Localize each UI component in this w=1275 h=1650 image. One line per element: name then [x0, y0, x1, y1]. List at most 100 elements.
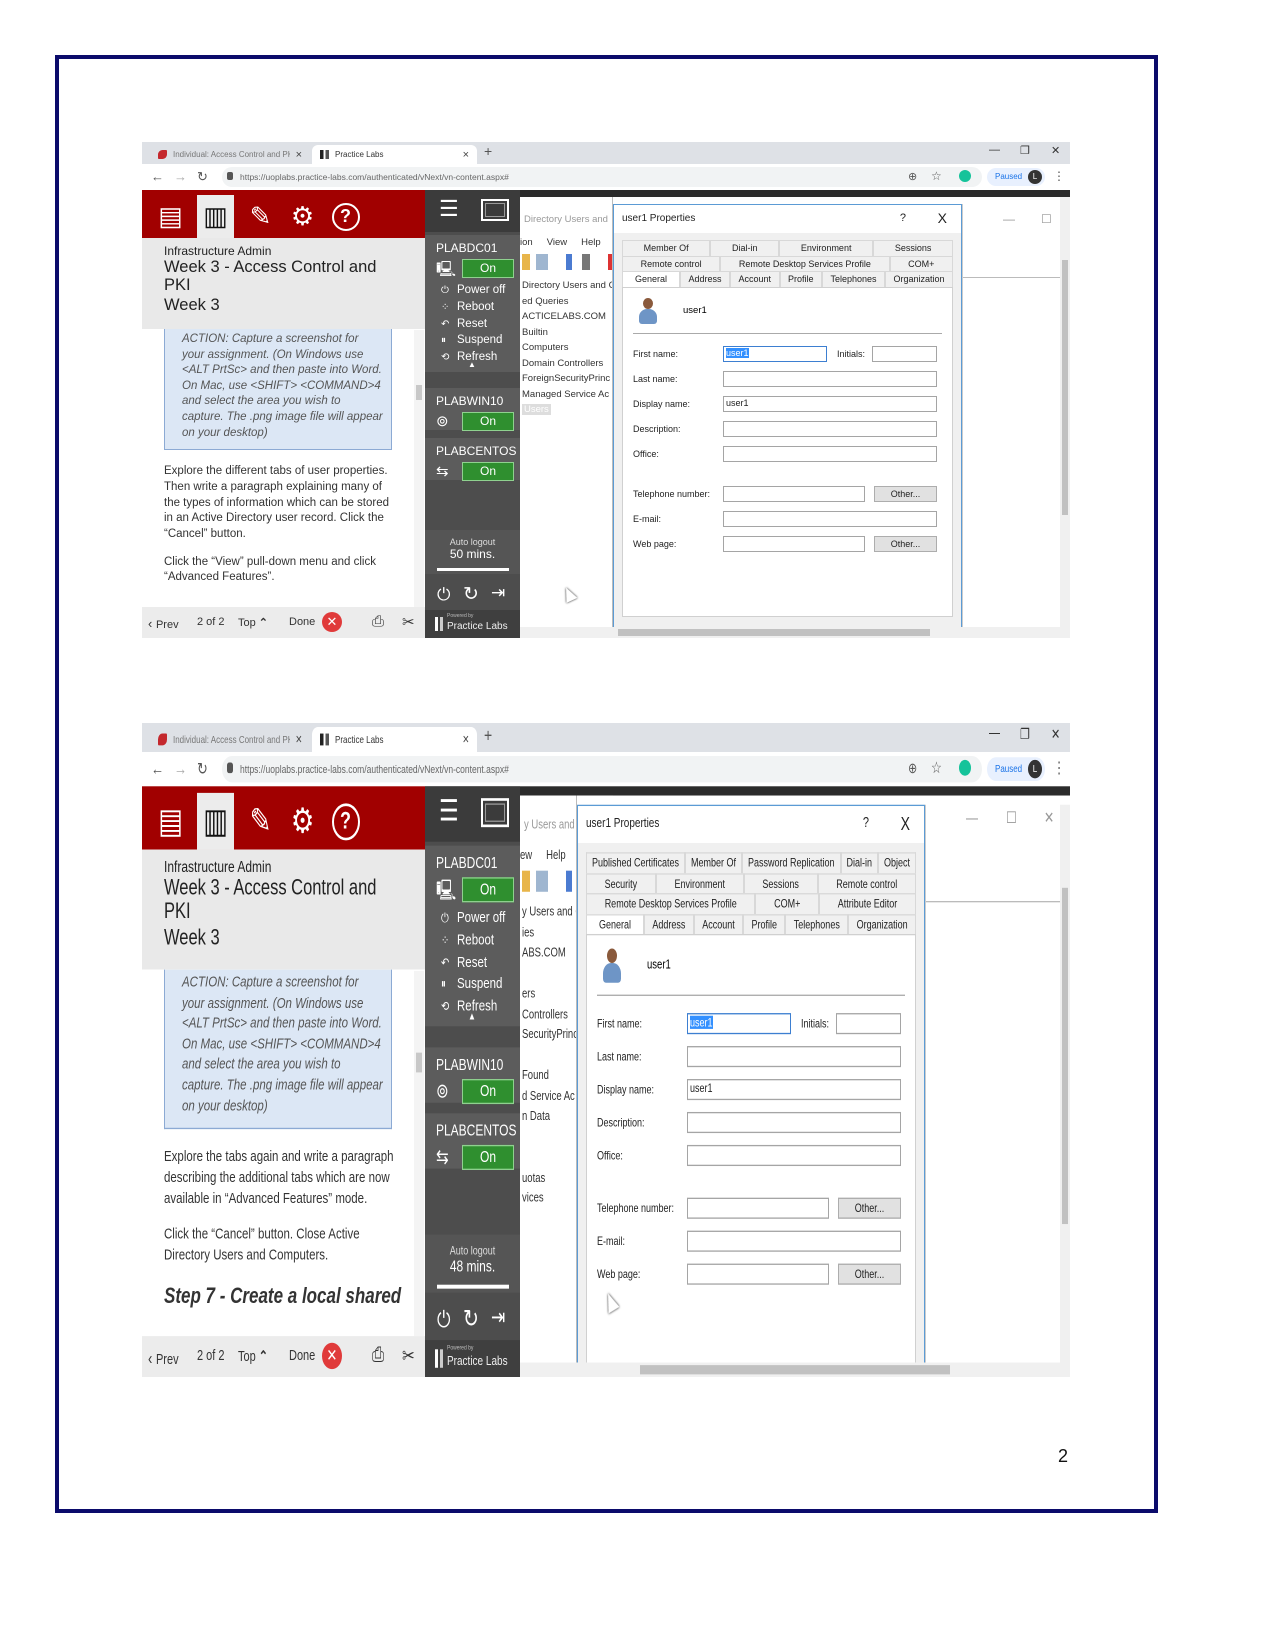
tab-attribute-editor[interactable]: Attribute Editor — [819, 893, 916, 914]
maximize-icon[interactable]: ☐ — [1041, 212, 1052, 226]
office-input[interactable] — [723, 446, 937, 462]
browser-tab[interactable]: Individual: Access Control and PKI × — [150, 727, 310, 752]
power-icon[interactable]: ⏻ — [437, 585, 450, 605]
hamburger-menu-icon[interactable]: ☰ — [439, 196, 459, 222]
collapse-arrow-icon[interactable]: ▲ — [468, 1010, 476, 1022]
tab-password-replication[interactable]: Password Replication — [742, 852, 841, 873]
attachment-icon[interactable]: ✎ — [242, 195, 279, 238]
tab-organization[interactable]: Organization — [848, 913, 917, 934]
vertical-scrollbar[interactable] — [1060, 804, 1070, 1372]
description-input[interactable] — [723, 421, 937, 437]
tab-remote-desktop-services-profile[interactable]: Remote Desktop Services Profile — [720, 255, 890, 271]
tab-account[interactable]: Account — [730, 271, 780, 287]
new-tab-icon[interactable]: + — [484, 143, 492, 159]
initials-input[interactable] — [836, 1012, 901, 1034]
tree-item[interactable]: n Data — [522, 1109, 582, 1129]
vm-action-power-off[interactable]: ⏻ Power off — [441, 910, 505, 926]
print-icon[interactable]: ⎙ — [372, 613, 384, 630]
exit-icon[interactable]: ⇥ — [491, 583, 505, 603]
tab-telephones[interactable]: Telephones — [822, 271, 886, 287]
telephone-number-input[interactable] — [723, 486, 865, 502]
scroll-thumb[interactable] — [640, 1365, 950, 1375]
tree-item[interactable]: Users — [522, 404, 613, 420]
attachment-icon[interactable]: ✎ — [242, 793, 279, 850]
vm-status-toggle[interactable]: On — [462, 259, 514, 278]
tab-published-certificates[interactable]: Published Certificates — [586, 852, 686, 873]
browser-tab[interactable]: Individual: Access Control and PKI × — [150, 145, 310, 164]
e-mail-input[interactable] — [687, 1229, 901, 1252]
other-button[interactable]: Other... — [838, 1262, 901, 1285]
prev-button[interactable]: ‹ Prev — [148, 1348, 179, 1368]
telephone-number-input[interactable] — [687, 1197, 829, 1219]
power-icon[interactable]: ⏻ — [437, 1307, 450, 1333]
vertical-scrollbar[interactable] — [1060, 197, 1070, 627]
tree-item[interactable]: ACTICELABS.COM — [522, 311, 613, 327]
archive-icon[interactable]: ▤ — [152, 195, 189, 238]
tree-item[interactable]: uotas — [522, 1171, 582, 1191]
menu-item[interactable]: ew — [520, 848, 532, 863]
menu-item[interactable]: Help — [581, 237, 601, 248]
tab-remote-desktop-services-profile[interactable]: Remote Desktop Services Profile — [586, 893, 756, 914]
tab-address[interactable]: Address — [680, 271, 731, 287]
settings-icon[interactable]: ⚙ — [284, 195, 321, 238]
tab-telephones[interactable]: Telephones — [785, 913, 849, 934]
top-button[interactable]: Top ⌃ — [238, 1348, 268, 1365]
tree-item[interactable]: SecurityPrinc — [522, 1028, 582, 1048]
tree-item[interactable]: Managed Service Ac — [522, 389, 613, 405]
tab-organization[interactable]: Organization — [885, 271, 954, 287]
url-bar[interactable]: https://uoplabs.practice-labs.com/authen… — [222, 167, 982, 187]
tree-item[interactable]: Domain Controllers — [522, 358, 613, 374]
tree-item[interactable]: Controllers — [522, 1007, 582, 1027]
tab-sessions[interactable]: Sessions — [743, 872, 818, 894]
refresh-icon[interactable]: ↻ — [463, 583, 479, 606]
tab-dial-in[interactable]: Dial-in — [710, 240, 780, 256]
scroll-thumb[interactable] — [1062, 260, 1068, 515]
star-icon[interactable]: ☆ — [931, 169, 942, 183]
content-scrollbar[interactable] — [414, 330, 424, 607]
zoom-icon[interactable]: ⊕ — [908, 170, 917, 183]
vm-action-reset[interactable]: ↶ Reset — [441, 318, 487, 330]
close-tab-icon[interactable]: × — [296, 732, 302, 748]
tab-object[interactable]: Object — [878, 852, 916, 873]
vm-action-reboot[interactable]: ⁘ Reboot — [441, 932, 494, 948]
vm-status-toggle[interactable]: On — [462, 462, 514, 481]
grammarly-icon[interactable] — [959, 170, 971, 182]
star-icon[interactable]: ☆ — [931, 759, 942, 777]
last-name-input[interactable] — [723, 371, 937, 387]
web-page-input[interactable] — [723, 536, 865, 552]
web-page-input[interactable] — [687, 1262, 829, 1285]
close-button[interactable]: X — [901, 813, 910, 834]
tree-item[interactable]: Found — [522, 1068, 582, 1088]
help-icon[interactable]: ? — [327, 195, 364, 238]
vm-action-reboot[interactable]: ⁘ Reboot — [441, 301, 494, 313]
tree-item[interactable]: d Service Ac — [522, 1089, 582, 1109]
tree-item[interactable]: y Users and C — [522, 905, 582, 925]
help-button[interactable]: ? — [900, 212, 906, 224]
print-icon[interactable]: ⎙ — [372, 1344, 384, 1366]
grammarly-icon[interactable] — [959, 759, 971, 776]
fullscreen-icon[interactable] — [481, 199, 509, 221]
initials-input[interactable] — [872, 346, 937, 362]
tab-member-of[interactable]: Member Of — [622, 240, 711, 256]
settings-icon[interactable]: ⚙ — [284, 793, 321, 850]
tab-general[interactable]: General — [622, 271, 681, 287]
tab-account[interactable]: Account — [693, 913, 744, 934]
vm-action-suspend[interactable]: ⏸ Suspend — [441, 334, 502, 346]
url-bar[interactable]: https://uoplabs.practice-labs.com/authen… — [222, 755, 982, 783]
close-tab-icon[interactable]: × — [463, 149, 469, 161]
horizontal-scrollbar[interactable] — [520, 627, 1070, 638]
close-button[interactable]: X — [938, 210, 947, 226]
close-tab-icon[interactable]: × — [296, 149, 302, 161]
collapse-arrow-icon[interactable]: ▲ — [468, 360, 476, 369]
tree-item[interactable] — [522, 1150, 582, 1170]
tree-item[interactable]: ed Queries — [522, 296, 613, 312]
tree-item[interactable]: Builtin — [522, 327, 613, 343]
tab-sessions[interactable]: Sessions — [873, 240, 954, 256]
last-name-input[interactable] — [687, 1045, 901, 1067]
tab-general[interactable]: General — [586, 913, 645, 934]
exit-icon[interactable]: ⇥ — [491, 1304, 505, 1330]
tab-com-[interactable]: COM+ — [889, 255, 954, 271]
display-name-input[interactable]: user1 — [687, 1078, 901, 1100]
tree-item[interactable] — [522, 1130, 582, 1150]
profile-button[interactable]: Paused L — [987, 168, 1045, 186]
